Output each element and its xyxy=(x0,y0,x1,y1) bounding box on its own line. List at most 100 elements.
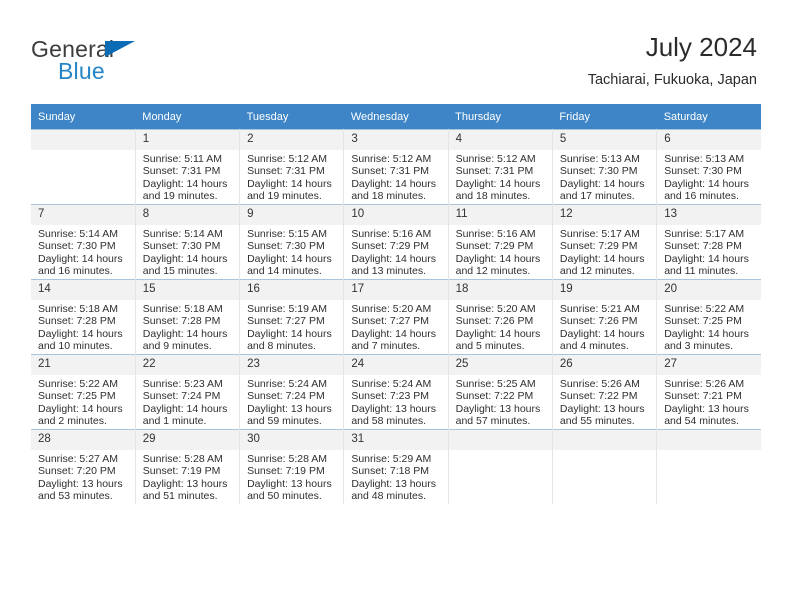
daylight-text: Daylight: 14 hours and 17 minutes. xyxy=(559,177,645,203)
calendar-cell-inner: 21 Sunrise: 5:22 AM Sunset: 7:25 PM Dayligh… xyxy=(31,355,135,429)
daylight-text: Daylight: 13 hours and 50 minutes. xyxy=(247,477,332,503)
sunrise-text: Sunrise: 5:26 AM xyxy=(664,378,745,390)
calendar-cell-inner: 13 Sunrise: 5:17 AM Sunset: 7:28 PM Dayligh… xyxy=(657,205,761,279)
calendar-cell-day[interactable]: 4 Sunrise: 5:12 AM Sunset: 7:31 PM Daylight… xyxy=(448,129,553,205)
day-details: Sunrise: 5:24 AM Sunset: 7:23 PM Daylight:… xyxy=(344,375,447,428)
sunrise-text: Sunrise: 5:26 AM xyxy=(559,378,640,390)
calendar-cell-day[interactable]: 28 Sunrise: 5:27 AM Sunset: 7:20 PM Dayligh… xyxy=(31,429,136,504)
calendar-cell-day[interactable]: 5 Sunrise: 5:13 AM Sunset: 7:30 PM Daylight… xyxy=(552,129,658,205)
calendar-cell-day[interactable]: 25 Sunrise: 5:25 AM Sunset: 7:22 PM Dayligh… xyxy=(448,354,553,430)
calendar-week-row: 1 Sunrise: 5:11 AM Sunset: 7:31 PM Daylight… xyxy=(31,129,761,205)
sunrise-text: Sunrise: 5:21 AM xyxy=(559,303,640,315)
daylight-text: Daylight: 13 hours and 59 minutes. xyxy=(247,402,332,428)
sunset-text: Sunset: 7:25 PM xyxy=(664,315,742,328)
calendar-cell-inner xyxy=(448,430,552,504)
day-number: 11 xyxy=(448,205,552,225)
calendar-cell-day[interactable]: 24 Sunrise: 5:24 AM Sunset: 7:23 PM Dayligh… xyxy=(343,354,449,430)
calendar-cell-day[interactable]: 10 Sunrise: 5:16 AM Sunset: 7:29 PM Dayligh… xyxy=(343,204,449,280)
calendar-cell-day[interactable]: 14 Sunrise: 5:18 AM Sunset: 7:28 PM Dayligh… xyxy=(31,279,136,355)
day-details: Sunrise: 5:20 AM Sunset: 7:27 PM Daylight:… xyxy=(344,300,447,353)
calendar-cell-day[interactable]: 23 Sunrise: 5:24 AM Sunset: 7:24 PM Dayligh… xyxy=(239,354,345,430)
calendar-cell-day[interactable]: 15 Sunrise: 5:18 AM Sunset: 7:28 PM Dayligh… xyxy=(135,279,241,355)
calendar-cell-day[interactable]: 8 Sunrise: 5:14 AM Sunset: 7:30 PM Daylight… xyxy=(135,204,241,280)
calendar-cell-inner: 20 Sunrise: 5:22 AM Sunset: 7:25 PM Dayligh… xyxy=(657,280,761,354)
day-number: 12 xyxy=(552,205,657,225)
calendar-cell-day[interactable]: 9 Sunrise: 5:15 AM Sunset: 7:30 PM Daylight… xyxy=(239,204,345,280)
sunset-text: Sunset: 7:28 PM xyxy=(142,315,221,328)
calendar-cell-day[interactable]: 11 Sunrise: 5:16 AM Sunset: 7:29 PM Dayligh… xyxy=(448,204,553,280)
day-details: Sunrise: 5:26 AM Sunset: 7:22 PM Daylight:… xyxy=(553,375,656,428)
calendar-cell-day[interactable]: 19 Sunrise: 5:21 AM Sunset: 7:26 PM Dayligh… xyxy=(552,279,658,355)
calendar-cell-empty xyxy=(552,429,658,504)
calendar-cell-day[interactable]: 1 Sunrise: 5:11 AM Sunset: 7:31 PM Daylight… xyxy=(135,129,241,205)
calendar-cell-day[interactable]: 31 Sunrise: 5:29 AM Sunset: 7:18 PM Dayligh… xyxy=(343,429,449,504)
calendar-cell-day[interactable]: 30 Sunrise: 5:28 AM Sunset: 7:19 PM Dayligh… xyxy=(239,429,345,504)
day-number: 2 xyxy=(240,130,344,150)
sunrise-text: Sunrise: 5:12 AM xyxy=(247,153,328,165)
calendar-cell-day[interactable]: 26 Sunrise: 5:26 AM Sunset: 7:22 PM Dayligh… xyxy=(552,354,658,430)
sunset-text: Sunset: 7:19 PM xyxy=(247,465,325,478)
sunrise-text: Sunrise: 5:28 AM xyxy=(247,453,328,465)
sunrise-text: Sunrise: 5:14 AM xyxy=(38,228,118,240)
day-details: Sunrise: 5:23 AM Sunset: 7:24 PM Daylight:… xyxy=(136,375,239,428)
calendar-week-row: 28 Sunrise: 5:27 AM Sunset: 7:20 PM Dayligh… xyxy=(31,429,761,504)
daylight-text: Daylight: 14 hours and 12 minutes. xyxy=(559,252,645,278)
day-number: 26 xyxy=(552,355,657,375)
day-details: Sunrise: 5:19 AM Sunset: 7:27 PM Daylight:… xyxy=(240,300,343,353)
daylight-text: Daylight: 14 hours and 16 minutes. xyxy=(38,252,123,278)
calendar-cell-inner: 1 Sunrise: 5:11 AM Sunset: 7:31 PM Daylight… xyxy=(135,130,240,204)
calendar-cell-day[interactable]: 22 Sunrise: 5:23 AM Sunset: 7:24 PM Dayligh… xyxy=(135,354,241,430)
sunset-text: Sunset: 7:22 PM xyxy=(559,390,638,403)
daylight-text: Daylight: 13 hours and 58 minutes. xyxy=(351,402,436,428)
sunset-text: Sunset: 7:29 PM xyxy=(351,240,429,253)
calendar-cell-day[interactable]: 3 Sunrise: 5:12 AM Sunset: 7:31 PM Daylight… xyxy=(343,129,449,205)
sunset-text: Sunset: 7:19 PM xyxy=(142,465,221,478)
daylight-text: Daylight: 13 hours and 48 minutes. xyxy=(351,477,436,503)
calendar-cell-inner: 14 Sunrise: 5:18 AM Sunset: 7:28 PM Dayligh… xyxy=(31,280,135,354)
day-details: Sunrise: 5:22 AM Sunset: 7:25 PM Daylight:… xyxy=(31,375,135,428)
day-number: 22 xyxy=(135,355,240,375)
calendar-cell-day[interactable]: 29 Sunrise: 5:28 AM Sunset: 7:19 PM Dayligh… xyxy=(135,429,241,504)
calendar-cell-day[interactable]: 7 Sunrise: 5:14 AM Sunset: 7:30 PM Daylight… xyxy=(31,204,136,280)
calendar-cell-day[interactable]: 20 Sunrise: 5:22 AM Sunset: 7:25 PM Dayligh… xyxy=(656,279,761,355)
sunrise-text: Sunrise: 5:27 AM xyxy=(38,453,118,465)
day-number: 15 xyxy=(135,280,240,300)
day-number: 8 xyxy=(135,205,240,225)
calendar-cell-day[interactable]: 6 Sunrise: 5:13 AM Sunset: 7:30 PM Daylight… xyxy=(656,129,761,205)
sunrise-text: Sunrise: 5:25 AM xyxy=(455,378,536,390)
page-header: General Blue July 2024 Tachiarai, Fukuok… xyxy=(0,0,792,104)
calendar-cell-day[interactable]: 13 Sunrise: 5:17 AM Sunset: 7:28 PM Dayligh… xyxy=(656,204,761,280)
day-details: Sunrise: 5:17 AM Sunset: 7:29 PM Daylight:… xyxy=(553,225,656,278)
calendar-cell-day[interactable]: 18 Sunrise: 5:20 AM Sunset: 7:26 PM Dayligh… xyxy=(448,279,553,355)
weekday-header-saturday: Saturday xyxy=(656,104,761,130)
sunrise-text: Sunrise: 5:12 AM xyxy=(351,153,432,165)
day-details: Sunrise: 5:12 AM Sunset: 7:31 PM Daylight:… xyxy=(344,150,447,203)
daylight-text: Daylight: 14 hours and 1 minute. xyxy=(142,402,228,428)
calendar-cell-day[interactable]: 27 Sunrise: 5:26 AM Sunset: 7:21 PM Dayligh… xyxy=(656,354,761,430)
sunset-text: Sunset: 7:25 PM xyxy=(38,390,116,403)
calendar-cell-day[interactable]: 2 Sunrise: 5:12 AM Sunset: 7:31 PM Daylight… xyxy=(239,129,345,205)
calendar-cell-inner: 27 Sunrise: 5:26 AM Sunset: 7:21 PM Dayligh… xyxy=(657,355,761,429)
calendar-cell-day[interactable]: 16 Sunrise: 5:19 AM Sunset: 7:27 PM Dayligh… xyxy=(239,279,345,355)
sunset-text: Sunset: 7:28 PM xyxy=(664,240,742,253)
calendar-cell-day[interactable]: 21 Sunrise: 5:22 AM Sunset: 7:25 PM Dayligh… xyxy=(31,354,136,430)
day-number: 3 xyxy=(344,130,448,150)
calendar-cell-day[interactable]: 17 Sunrise: 5:20 AM Sunset: 7:27 PM Dayligh… xyxy=(343,279,449,355)
sunset-text: Sunset: 7:29 PM xyxy=(455,240,534,253)
daylight-text: Daylight: 14 hours and 13 minutes. xyxy=(351,252,436,278)
sunset-text: Sunset: 7:18 PM xyxy=(351,465,429,478)
sunrise-text: Sunrise: 5:11 AM xyxy=(142,153,222,165)
day-details: Sunrise: 5:12 AM Sunset: 7:31 PM Daylight:… xyxy=(240,150,343,203)
day-details: Sunrise: 5:18 AM Sunset: 7:28 PM Daylight:… xyxy=(31,300,135,353)
sunset-text: Sunset: 7:26 PM xyxy=(559,315,638,328)
day-number: 21 xyxy=(31,355,135,375)
day-number: 28 xyxy=(31,430,135,450)
calendar-cell-day[interactable]: 12 Sunrise: 5:17 AM Sunset: 7:29 PM Dayligh… xyxy=(552,204,658,280)
calendar-cell-inner: 28 Sunrise: 5:27 AM Sunset: 7:20 PM Dayligh… xyxy=(31,430,135,504)
calendar-cell-inner: 26 Sunrise: 5:26 AM Sunset: 7:22 PM Dayligh… xyxy=(552,355,657,429)
sunset-text: Sunset: 7:31 PM xyxy=(142,165,221,178)
calendar-cell-inner: 3 Sunrise: 5:12 AM Sunset: 7:31 PM Daylight… xyxy=(344,130,448,204)
calendar-cell-inner xyxy=(31,130,135,204)
calendar-cell-inner: 5 Sunrise: 5:13 AM Sunset: 7:30 PM Daylight… xyxy=(552,130,657,204)
sunset-text: Sunset: 7:30 PM xyxy=(247,240,325,253)
